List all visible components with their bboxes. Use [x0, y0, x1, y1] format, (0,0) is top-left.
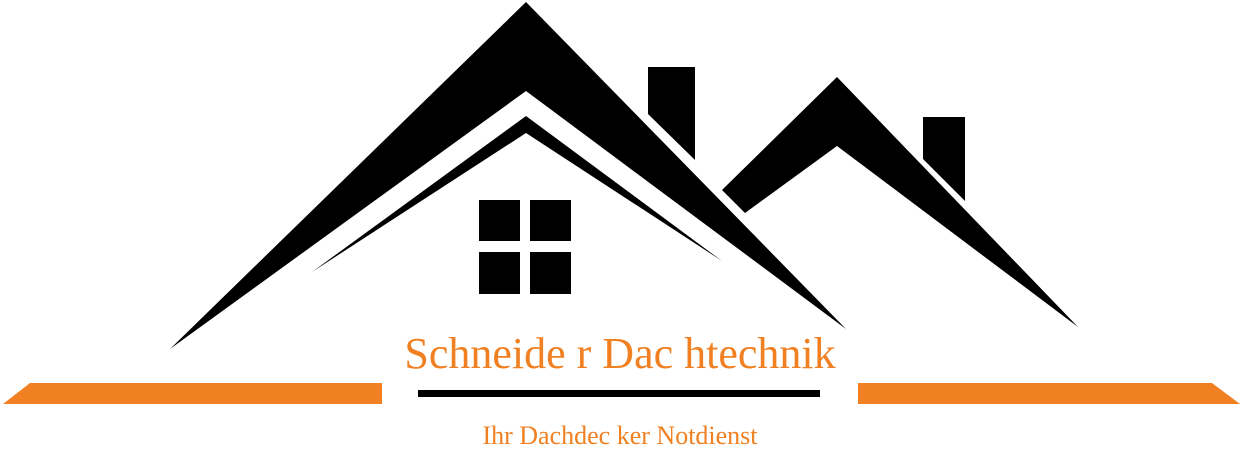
window-pane-bottom-left [479, 252, 520, 294]
right-roof [722, 77, 1078, 327]
left-orange-bar [3, 383, 382, 404]
house-roof-icon [3, 2, 1240, 404]
tagline: Ihr Dachdec ker Notdienst [482, 421, 758, 450]
name-underline-bar [418, 390, 820, 397]
window-pane-top-left [479, 200, 520, 241]
window-pane-bottom-right [530, 252, 571, 294]
window-pane-top-right [530, 200, 571, 241]
company-name: Schneide r Dac htechnik [404, 329, 836, 378]
right-orange-bar [858, 383, 1240, 404]
logo-canvas: Schneide r Dac htechnik Ihr Dachdec ker … [0, 0, 1240, 455]
